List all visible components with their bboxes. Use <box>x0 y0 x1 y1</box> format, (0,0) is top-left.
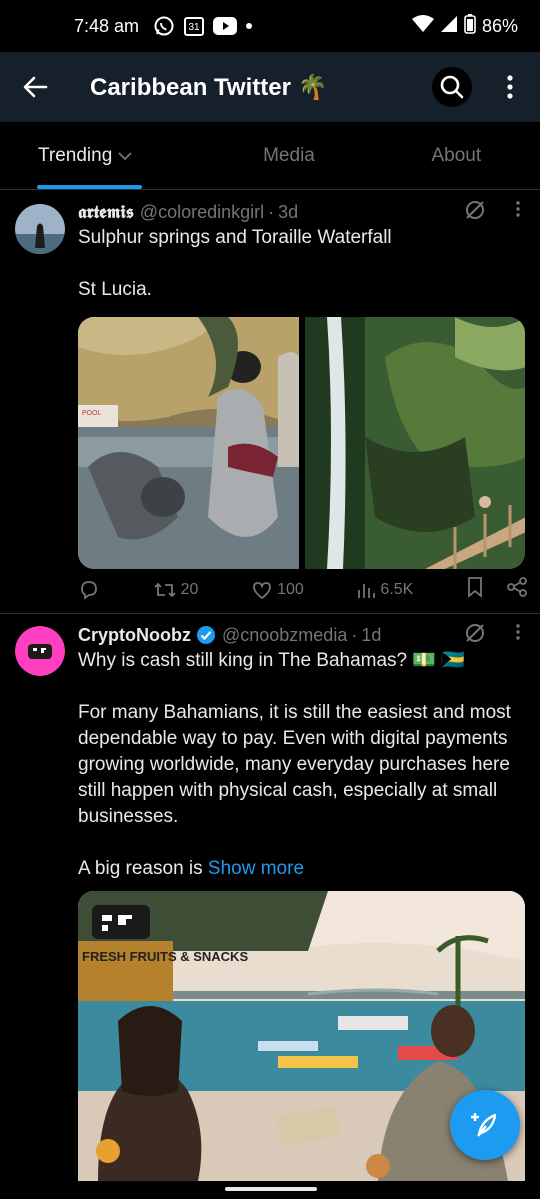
tab-about-label: About <box>431 144 482 166</box>
tweet[interactable]: CryptoNoobz @cnoobzmedia · 1d Why is cas… <box>0 622 540 1181</box>
compose-post-button[interactable] <box>450 1090 520 1160</box>
status-bar: 7:48 am 31 86% <box>0 0 540 52</box>
community-header: Caribbean Twitter 🌴 <box>0 52 540 122</box>
feather-plus-icon <box>471 1113 497 1137</box>
bookmark-icon <box>468 577 482 598</box>
more-vertical-icon <box>516 624 520 640</box>
tab-media-label: Media <box>263 144 315 166</box>
view-count: 6.5K <box>380 580 414 598</box>
search-button[interactable] <box>432 67 472 107</box>
signal-icon <box>440 15 458 38</box>
grok-icon[interactable] <box>464 622 486 649</box>
heart-icon <box>253 581 271 599</box>
tweet-text: Sulphur springs and Toraille Waterfall S… <box>78 227 392 300</box>
tweet-media[interactable]: POOL <box>78 317 525 569</box>
overflow-menu-button[interactable] <box>498 67 522 107</box>
bar-chart-icon <box>358 583 376 598</box>
reply-icon <box>81 580 97 600</box>
tweet-more-button[interactable] <box>516 624 520 645</box>
tweet-timestamp[interactable]: 1d <box>361 625 381 646</box>
tab-about[interactable]: About <box>373 122 540 189</box>
youtube-icon <box>213 17 238 35</box>
tweet-timestamp[interactable]: 3d <box>278 202 298 223</box>
tweet-author-name[interactable]: CryptoNoobz <box>78 625 191 646</box>
toraille-waterfall-photo[interactable] <box>304 317 525 569</box>
verified-badge-icon <box>196 625 216 645</box>
tweet[interactable]: 𝖆𝖗𝖙𝖊𝖒𝖎𝖘 @coloredinkgirl · 3d Sulphur spr… <box>0 199 540 569</box>
tweet-author-name[interactable]: 𝖆𝖗𝖙𝖊𝖒𝖎𝖘 <box>78 202 134 223</box>
retweet-count: 20 <box>180 580 199 598</box>
more-vertical-icon <box>516 201 520 217</box>
community-tabs: Trending Media About <box>0 122 540 190</box>
tweet-body: Why is cash still king in The Bahamas? 💵… <box>78 650 511 879</box>
wifi-icon <box>411 14 434 38</box>
tweet-actions: 20 100 6.5K <box>78 576 528 603</box>
battery-percent: 86% <box>481 15 518 36</box>
tab-trending[interactable]: Trending <box>0 122 205 189</box>
back-button[interactable] <box>0 52 70 122</box>
sulphur-springs-photo[interactable]: POOL <box>78 317 299 569</box>
notification-dot-icon <box>245 22 253 30</box>
pool-sign-text: POOL <box>82 410 102 417</box>
whatsapp-icon <box>153 15 175 37</box>
reply-button[interactable] <box>78 579 100 601</box>
tweet-divider <box>0 613 540 614</box>
share-button[interactable] <box>506 576 528 603</box>
page-title: Caribbean Twitter 🌴 <box>90 73 328 101</box>
retweet-icon <box>154 582 176 597</box>
status-time: 7:48 am <box>74 15 140 36</box>
tweet-more-button[interactable] <box>516 201 520 222</box>
battery-icon <box>464 13 476 39</box>
calendar-icon: 31 <box>183 15 205 37</box>
separator-dot: · <box>268 201 275 222</box>
tab-trending-label: Trending <box>38 144 113 166</box>
tweet-text: Why is cash still king in The Bahamas? 💵… <box>78 648 540 882</box>
views-button[interactable]: 6.5K <box>356 580 413 600</box>
arrow-left-icon <box>23 76 48 98</box>
separator-dot: · <box>351 624 358 645</box>
market-sign-text: FRESH FRUITS & SNACKS <box>82 949 248 964</box>
home-indicator[interactable] <box>225 1187 317 1191</box>
tab-media[interactable]: Media <box>205 122 372 189</box>
like-button[interactable]: 100 <box>251 579 304 601</box>
calendar-day: 31 <box>188 21 200 33</box>
show-more-link[interactable]: Show more <box>208 858 304 879</box>
bookmark-button[interactable] <box>466 576 484 603</box>
share-icon <box>507 577 527 597</box>
search-icon <box>440 75 464 99</box>
retweet-button[interactable]: 20 <box>153 579 199 601</box>
more-vertical-icon <box>507 75 513 99</box>
like-count: 100 <box>277 580 304 598</box>
tweet-author-handle[interactable]: @coloredinkgirl <box>140 202 264 223</box>
tweet-author-handle[interactable]: @cnoobzmedia <box>222 625 347 646</box>
chevron-down-icon <box>118 151 132 161</box>
grok-icon[interactable] <box>464 199 486 226</box>
